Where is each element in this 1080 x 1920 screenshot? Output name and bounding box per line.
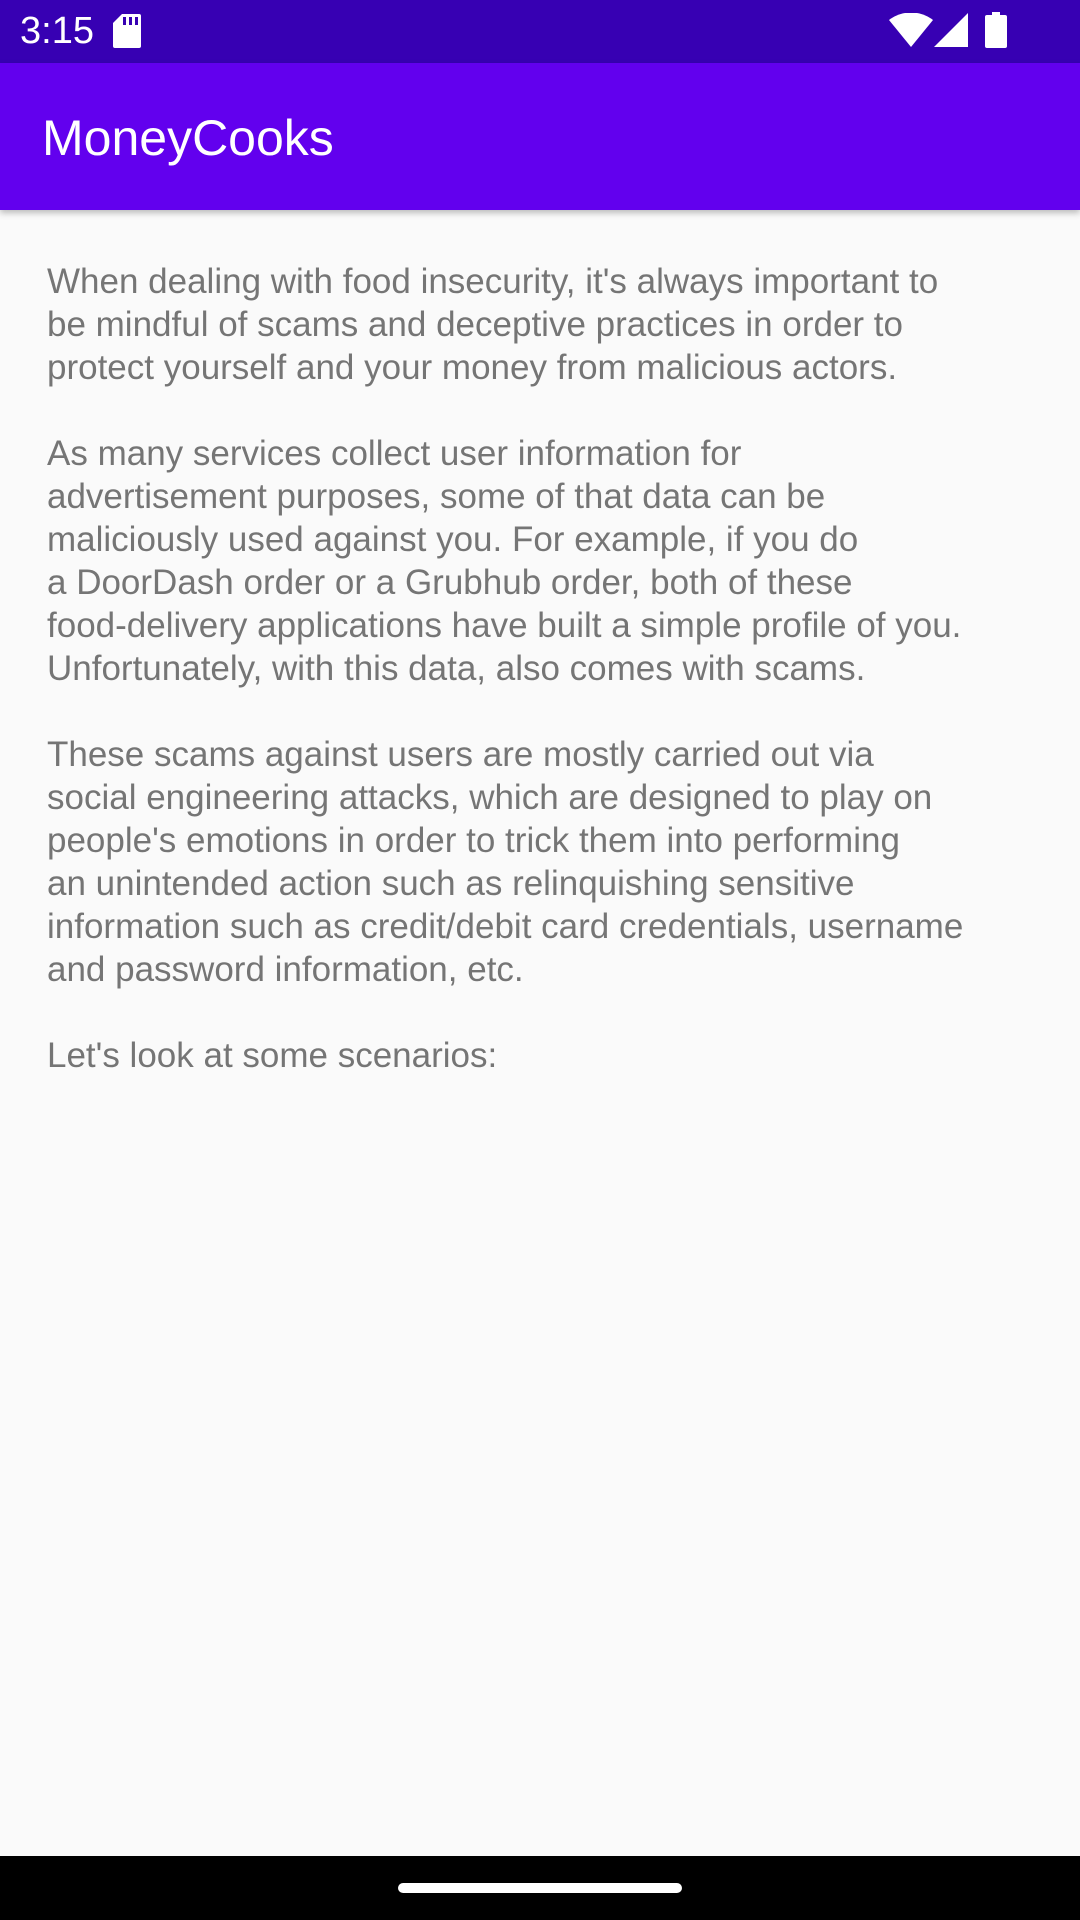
battery-icon: [985, 12, 1007, 48]
paragraph-social-engineering: These scams against users are mostly car…: [47, 735, 964, 989]
app-title: MoneyCooks: [42, 110, 334, 166]
cell-signal-icon: [934, 13, 968, 47]
paragraph-intro: When dealing with food insecurity, it's …: [47, 262, 939, 387]
wifi-icon: [889, 13, 933, 47]
article-content: When dealing with food insecurity, it's …: [47, 260, 1057, 1077]
paragraph-scenarios: Let's look at some scenarios:: [47, 1036, 498, 1075]
home-gesture-handle[interactable]: [398, 1883, 682, 1893]
screen: 3:15 MoneyCooks When dealing with food i…: [0, 0, 1080, 1920]
sd-card-icon: [113, 14, 141, 48]
app-bar: MoneyCooks: [0, 63, 1080, 210]
status-bar: 3:15: [0, 0, 1080, 63]
navigation-bar: [0, 1856, 1080, 1920]
paragraph-data-collection: As many services collect user informatio…: [47, 434, 962, 688]
status-time: 3:15: [20, 10, 94, 52]
